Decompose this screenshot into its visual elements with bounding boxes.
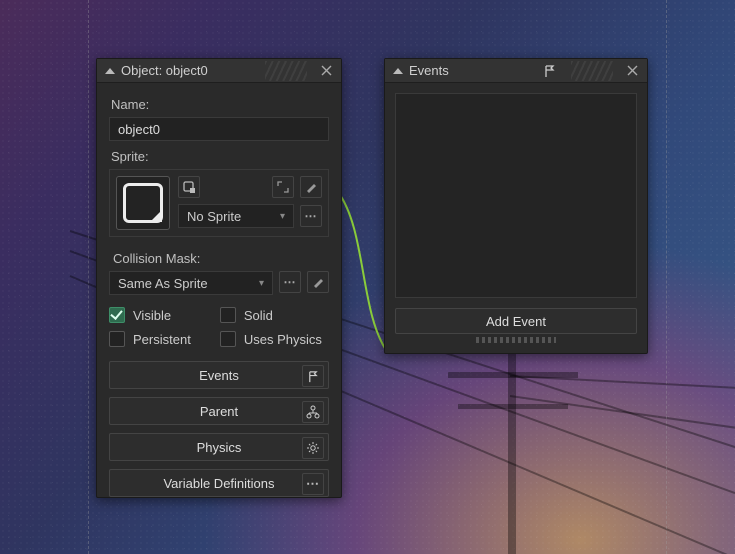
add-event-button[interactable]: Add Event	[395, 308, 637, 334]
collision-mask-select[interactable]: Same As Sprite ▾	[109, 271, 273, 295]
collision-more-button[interactable]: ⋯	[279, 271, 301, 293]
flag-icon	[302, 365, 324, 387]
name-input[interactable]	[109, 117, 329, 141]
gear-icon	[302, 437, 324, 459]
close-icon[interactable]	[317, 62, 335, 80]
object-panel-title: Object: object0	[121, 63, 208, 78]
titlebar-grip	[571, 61, 613, 81]
collapse-icon[interactable]	[105, 68, 115, 74]
flag-icon	[543, 64, 557, 78]
collision-mask-label: Collision Mask:	[113, 251, 329, 266]
persistent-checkbox[interactable]: Persistent	[109, 331, 198, 347]
physics-button[interactable]: Physics	[109, 433, 329, 461]
edit-sprite-button[interactable]	[300, 176, 322, 198]
collision-edit-button[interactable]	[307, 271, 329, 293]
solid-checkbox[interactable]: Solid	[220, 307, 329, 323]
events-button[interactable]: Events	[109, 361, 329, 389]
resize-grip[interactable]	[476, 337, 556, 343]
variable-definitions-button[interactable]: Variable Definitions ⋯	[109, 469, 329, 497]
close-icon[interactable]	[623, 62, 641, 80]
sprite-preview[interactable]	[116, 176, 170, 230]
events-list[interactable]	[395, 93, 637, 298]
visible-checkbox[interactable]: Visible	[109, 307, 198, 323]
name-label: Name:	[111, 97, 329, 112]
hierarchy-icon	[302, 401, 324, 423]
parent-button[interactable]: Parent	[109, 397, 329, 425]
sprite-select[interactable]: No Sprite ▾	[178, 204, 294, 228]
sprite-more-button[interactable]: ⋯	[300, 205, 322, 227]
collision-mask-value: Same As Sprite	[118, 276, 208, 291]
uses-physics-checkbox[interactable]: Uses Physics	[220, 331, 329, 347]
collapse-icon[interactable]	[393, 68, 403, 74]
sprite-label: Sprite:	[111, 149, 329, 164]
sprite-select-value: No Sprite	[187, 209, 241, 224]
titlebar-grip	[265, 61, 307, 81]
expand-sprite-button[interactable]	[272, 176, 294, 198]
new-sprite-button[interactable]	[178, 176, 200, 198]
more-icon: ⋯	[302, 473, 324, 495]
events-panel-title: Events	[409, 63, 449, 78]
